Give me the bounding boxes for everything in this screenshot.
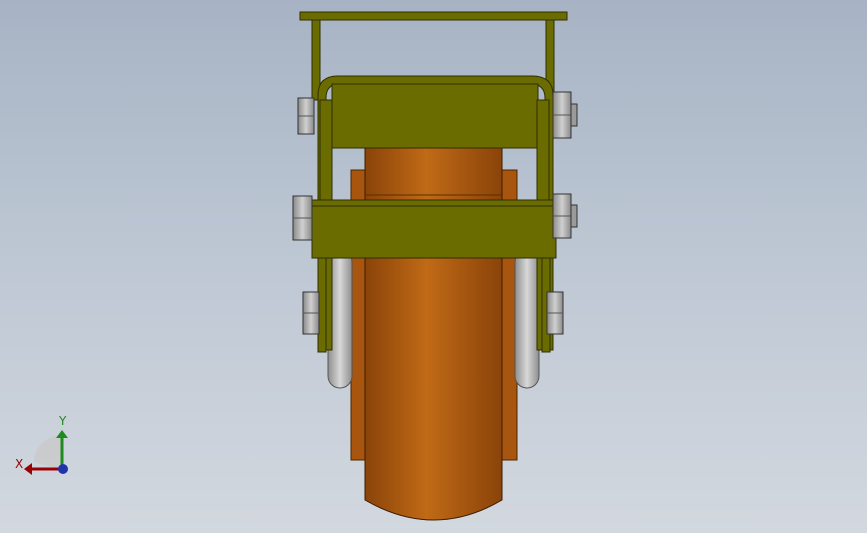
x-arrow-head bbox=[24, 463, 32, 475]
z-axis-origin bbox=[58, 464, 68, 474]
y-axis-label: Y bbox=[59, 414, 67, 428]
axis-triad bbox=[24, 430, 68, 475]
x-axis-label: X bbox=[15, 457, 24, 471]
3d-viewport[interactable]: Y X bbox=[0, 0, 867, 533]
y-arrow-head bbox=[56, 430, 68, 438]
triad-shade bbox=[33, 435, 62, 470]
